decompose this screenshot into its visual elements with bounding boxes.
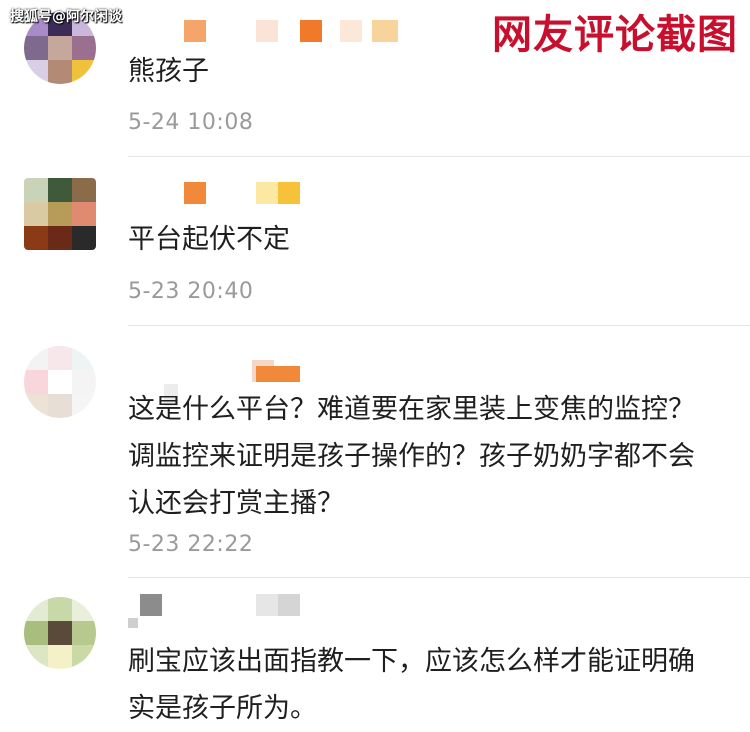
comment-text: 平台起伏不定	[128, 224, 290, 255]
comment-time: 5-24 10:08	[128, 110, 254, 135]
comment-time: 5-23 20:40	[128, 279, 254, 304]
divider	[128, 325, 750, 326]
avatar[interactable]	[24, 597, 96, 669]
divider	[128, 156, 750, 157]
avatar[interactable]	[24, 346, 96, 418]
watermark: 搜狐号@阿尔闲谈	[10, 9, 122, 25]
divider	[128, 577, 750, 578]
avatar[interactable]	[24, 178, 96, 250]
comment-text: 刷宝应该出面指教一下，应该怎么样才能证明确实是孩子所为。	[128, 646, 695, 724]
comment-text: 这是什么平台？难道要在家里装上变焦的监控？调监控来证明是孩子操作的？孩子奶奶字都…	[128, 394, 695, 519]
screenshot-stamp: 网友评论截图	[492, 11, 738, 58]
comment-time: 5-23 22:22	[128, 532, 254, 557]
